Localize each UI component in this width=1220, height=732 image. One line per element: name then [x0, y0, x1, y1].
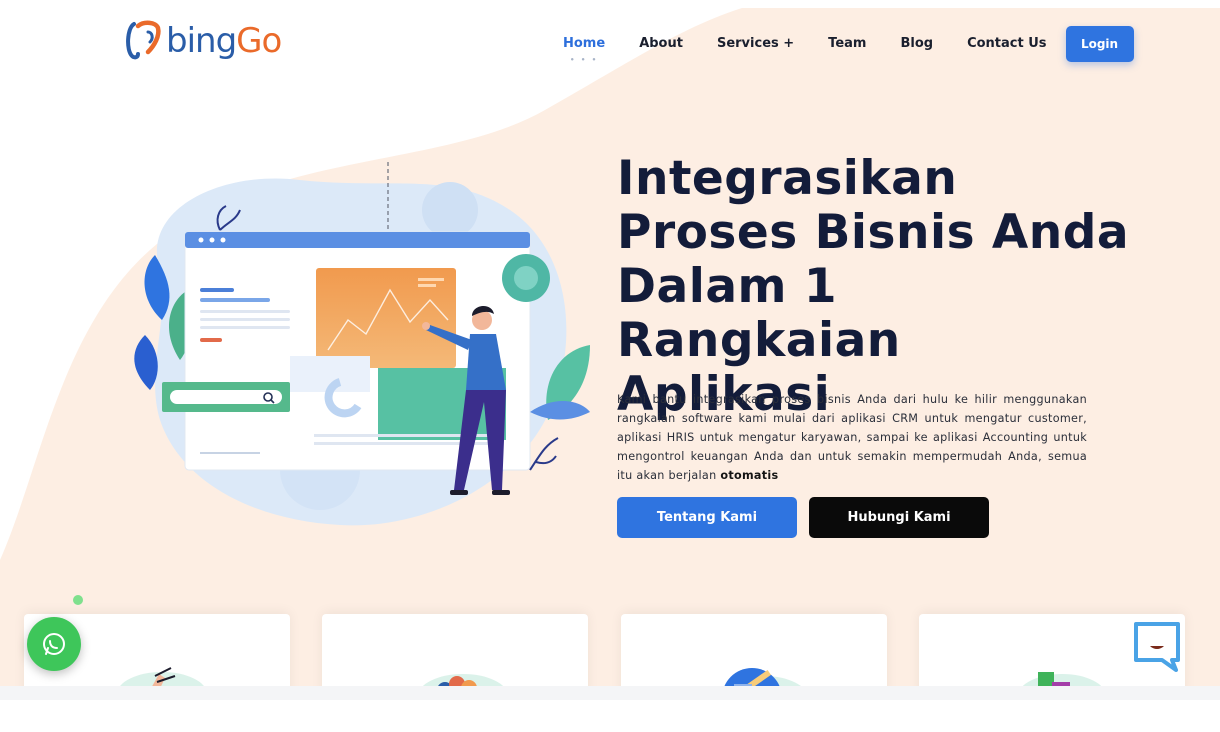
hero-title: Integrasikan Proses Bisnis Anda Dalam 1 …	[617, 151, 1137, 422]
leaf-shape-left-2	[134, 335, 158, 390]
plant-stem-right	[529, 437, 559, 471]
page-bottom-blank	[0, 700, 1220, 732]
page: bingGo Home • • • About Services + Team …	[0, 0, 1220, 732]
whatsapp-icon	[43, 633, 65, 655]
tentang-kami-button[interactable]: Tentang Kami	[617, 497, 797, 538]
nav-home[interactable]: Home • • •	[563, 26, 606, 64]
whatsapp-button[interactable]	[27, 617, 81, 671]
hero-title-line-2: Proses Bisnis Anda	[617, 205, 1130, 261]
nav-active-indicator: • • •	[569, 56, 599, 64]
nav-home-label: Home	[563, 36, 606, 51]
hero-title-line-3: Dalam 1 Rangkaian	[617, 259, 901, 369]
logo-wordmark: bingGo	[166, 21, 282, 61]
main-nav: Home • • • About Services + Team Blog Co…	[546, 26, 1134, 64]
browser-window-titlebar	[185, 232, 530, 248]
hero-description-bold: otomatis	[720, 469, 779, 482]
hubungi-kami-button[interactable]: Hubungi Kami	[809, 497, 989, 538]
nav-blog[interactable]: Blog	[900, 26, 933, 62]
nav-team[interactable]: Team	[828, 26, 866, 62]
hero-description-text: Kami bantu integrasikan proses bisnis An…	[617, 393, 1087, 482]
hero-title-line-1: Integrasikan	[617, 151, 958, 206]
nav-services[interactable]: Services +	[717, 26, 794, 62]
nav-contact-us[interactable]: Contact Us	[967, 26, 1046, 62]
logo-text-b: bing	[166, 21, 237, 61]
site-header: bingGo Home • • • About Services + Team …	[0, 0, 1220, 90]
brand-logo[interactable]: bingGo	[124, 18, 282, 64]
gear-shape-bg	[422, 182, 478, 238]
nav-about[interactable]: About	[639, 26, 683, 62]
hero-description: Kami bantu integrasikan proses bisnis An…	[617, 390, 1087, 485]
logo-text-go: Go	[236, 21, 282, 61]
chat-bubble-icon[interactable]	[1132, 620, 1182, 674]
login-button[interactable]: Login	[1065, 26, 1134, 62]
hero-illustration	[134, 162, 590, 526]
whatsapp-status-dot	[73, 595, 83, 605]
logo-mark-icon	[126, 20, 161, 60]
section-divider	[0, 686, 1220, 700]
analytics-card	[316, 268, 456, 368]
